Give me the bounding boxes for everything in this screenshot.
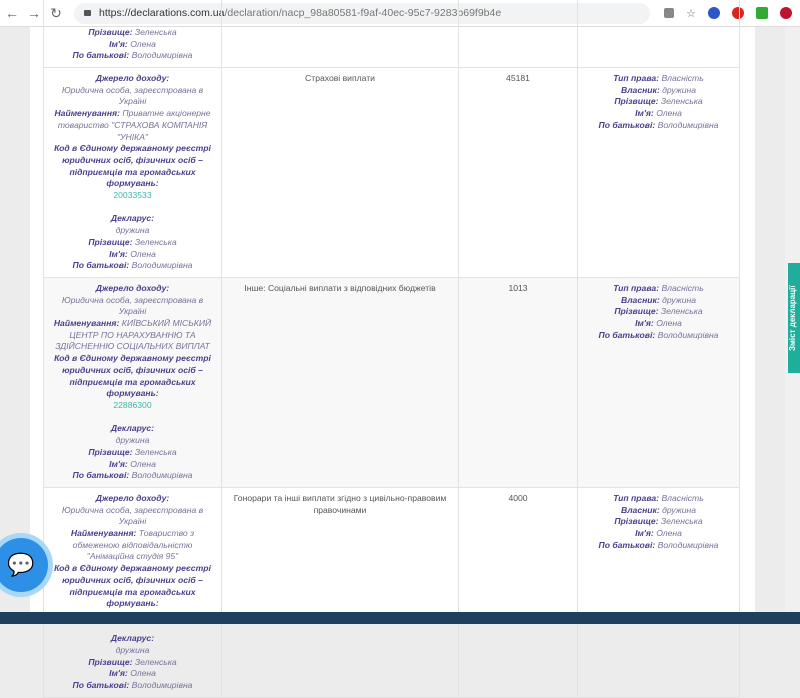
income-amount: 4000	[458, 486, 578, 698]
registry-code-link[interactable]: 22886300	[113, 400, 151, 410]
chat-bubbles-icon: 💬	[7, 552, 35, 577]
income-table: Прізвище: Зеленська Ім'я: Олена По батьков…	[43, 0, 740, 698]
back-icon[interactable]: ←	[2, 5, 22, 21]
income-type: Інше: Соціальні виплати з відповідних бю…	[221, 276, 459, 488]
table-row: Джерело доходу: Юридична особа, зареєстро…	[43, 67, 740, 278]
declaration-contents-tab[interactable]: Зміст декларації	[788, 263, 800, 373]
income-source-cell: Джерело доходу: Юридична особа, зареєстро…	[43, 276, 222, 488]
owner-cell: Тип права: Власність Власник: дружина Пріз…	[577, 67, 740, 278]
forward-icon[interactable]: →	[24, 5, 44, 21]
registry-code-link[interactable]: 20033533	[113, 190, 151, 200]
income-type: Гонорари та інші виплати згідно з цивіль…	[221, 486, 459, 698]
income-type: Страхові виплати	[221, 67, 459, 278]
owner-cell: Тип права: Власність Власник: дружина Пріз…	[577, 276, 740, 488]
table-row: Джерело доходу: Юридична особа, зареєстро…	[43, 276, 740, 488]
declaration-page: Прізвище: Зеленська Ім'я: Олена По батьков…	[30, 0, 755, 698]
income-amount: 45181	[458, 67, 578, 278]
table-row: Джерело доходу: Юридична особа, зареєстро…	[43, 486, 740, 698]
profile-avatar[interactable]	[780, 7, 792, 19]
os-taskbar	[0, 612, 800, 624]
income-source-cell: Джерело доходу: Юридична особа, зареєстро…	[43, 67, 222, 278]
owner-cell: Тип права: Власність Власник: дружина Пріз…	[577, 486, 740, 698]
income-source-cell: Джерело доходу: Юридична особа, зареєстро…	[43, 486, 222, 698]
stats-extension-icon[interactable]	[756, 7, 768, 19]
income-amount: 1013	[458, 276, 578, 488]
table-row: Прізвище: Зеленська Ім'я: Олена По батьков…	[43, 0, 740, 68]
